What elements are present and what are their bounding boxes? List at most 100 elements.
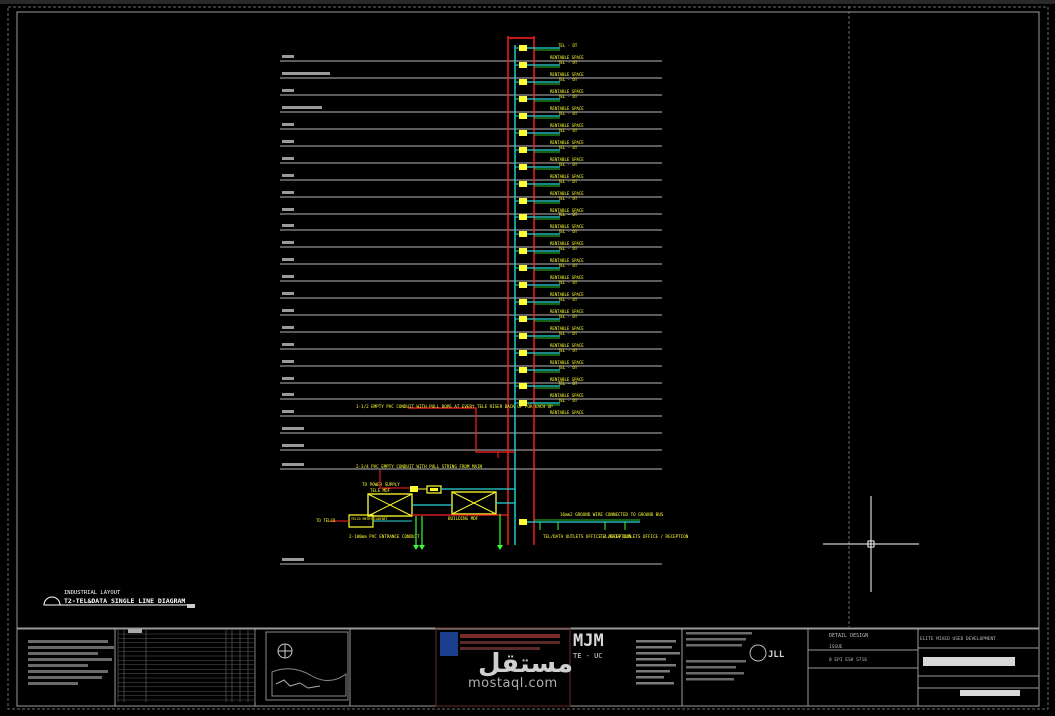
floor-tap: TEL - DTRENTABLE SPACE (515, 314, 584, 331)
tel-tag: TEL - DT (558, 297, 578, 302)
floor-level (280, 292, 662, 299)
tel-tag: TEL - DT (558, 398, 578, 403)
floor-tap: TEL - DTRENTABLE SPACE (515, 331, 584, 348)
floor-level (280, 309, 662, 316)
project-title: ELITE MIXED USED DEVELOPMENT (920, 636, 996, 642)
sheet-inner-border (16, 11, 1040, 630)
to-telco-label: TO TELCO (316, 518, 336, 523)
tel-tag: TEL - DT (558, 263, 578, 268)
floor-tap: TEL - DTRENTABLE SPACE (515, 179, 584, 196)
drawing-number: 0 EPI ESH S716 (829, 657, 867, 663)
floor-tap: TEL - DTRENTABLE SPACE (515, 43, 584, 60)
floor-level (280, 157, 662, 164)
ground-wire-note: 16mm2 GROUND WIRE CONNECTED TO GROUND BU… (560, 512, 664, 517)
floor-tap: TEL - DTRENTABLE SPACE (515, 60, 584, 77)
brand-mjm-logo: MJM (573, 631, 604, 651)
floor-level (280, 191, 662, 198)
tel-tag: TEL - DT (558, 111, 578, 116)
floor-tap: TEL - DTRENTABLE SPACE (515, 229, 584, 246)
floor-level (280, 224, 662, 231)
brand-sub: TE - UC (573, 652, 603, 660)
floor-level (280, 72, 662, 79)
power-outlet-box (410, 486, 418, 492)
consultant-logo (440, 632, 458, 656)
tel-tag: TEL - DT (558, 196, 578, 201)
floor-tap: TEL - DTRENTABLE SPACE (515, 145, 584, 162)
floor-taps: TEL - DTRENTABLE SPACETEL - DTRENTABLE S… (515, 43, 584, 415)
floor-level (280, 326, 662, 333)
tel-tag: TEL - DT (558, 229, 578, 234)
floor-level (280, 55, 662, 62)
floor-tap: TEL - DTRENTABLE SPACE (515, 162, 584, 179)
building-mdf-label: BUILDING MDF (448, 516, 479, 521)
floor-tap: TEL - DTRENTABLE SPACE (515, 365, 584, 382)
floor-tap: TEL - DTRENTABLE SPACE (515, 111, 584, 128)
drawing-title-group: INDUSTRIAL LAYOUT T2-TEL&DATA SINGLE LIN… (43, 590, 195, 608)
drawing-title-line2: T2-TEL&DATA SINGLE LINE DIAGRAM (64, 597, 185, 605)
watermark-logo: مستقل (478, 649, 573, 679)
tel-tag: TEL - DT (558, 179, 578, 184)
tel-tag: TEL - DT (558, 145, 578, 150)
tel-tag: TEL - DT (558, 60, 578, 65)
tel-tag: TEL - DT (558, 348, 578, 353)
tel-tag: TEL - DT (558, 331, 578, 336)
entrance-conduit-note: 2-3/4 PVC EMPTY CONDUIT WITH PULL STRING… (356, 464, 483, 469)
tel-tag: TEL - DT (558, 365, 578, 370)
floor-tap: TEL - DTRENTABLE SPACE (515, 246, 584, 263)
floor-tap: TEL - DTRENTABLE SPACE (515, 297, 584, 314)
floor-level (280, 123, 662, 130)
floor-tap: TEL - DTRENTABLE SPACE (515, 263, 584, 280)
entrance-note-group: 2-3/4 PVC EMPTY CONDUIT WITH PULL STRING… (356, 464, 483, 487)
key-plan (265, 631, 349, 701)
floor-tap: TEL - DTRENTABLE SPACE (515, 128, 584, 145)
floor-level (280, 258, 662, 265)
floor-level (280, 275, 662, 282)
outlet-note-2: TEL/DATA OUTLETS OFFICE / RECEPTION (600, 534, 689, 539)
rentable-space-label: RENTABLE SPACE (550, 410, 584, 415)
floor-tap: TEL - DTRENTABLE SPACE (515, 381, 584, 398)
floor-level (280, 377, 662, 384)
floor-level (280, 360, 662, 367)
floor-level (280, 89, 662, 96)
drawing-title-line1: INDUSTRIAL LAYOUT (64, 590, 121, 596)
tel-tag: TEL - DT (558, 381, 578, 386)
floor-level (280, 140, 662, 147)
window-top-strip (0, 0, 1055, 4)
cad-drawing-canvas[interactable]: TEL - DT RENTABLE SPACE TEL - DT RENTABLE S… (0, 0, 1055, 716)
brand-jll: JLL (768, 650, 785, 660)
floor-tap: TEL - DTRENTABLE SPACE (515, 94, 584, 111)
power-supply-note: TO POWER SUPPLY (362, 482, 400, 487)
pvc-conduit-note: 2-100mm PVC ENTRANCE CONDUIT (349, 534, 420, 539)
floor-level (280, 393, 662, 400)
floor-tap: TEL - DTRENTABLE SPACE (515, 77, 584, 94)
detail-design-label: DETAIL DESIGN (829, 633, 868, 639)
floor-tap: TEL - DTRENTABLE SPACE (515, 196, 584, 213)
drawing-svg: TEL - DTRENTABLE SPACETEL - DTRENTABLE S… (0, 0, 1055, 710)
floor-level (280, 410, 662, 417)
sheet-title-bar (923, 657, 1015, 666)
floor-level (280, 343, 662, 350)
floor-level (280, 174, 662, 181)
floor-tap: TEL - DTRENTABLE SPACE (515, 212, 584, 229)
floor-level (280, 208, 662, 215)
tel-tag: TEL - DT (558, 43, 578, 48)
floor-level (280, 241, 662, 248)
crosshair-cursor-icon (823, 496, 919, 592)
tel-tag: TEL - DT (558, 212, 578, 217)
floor-levels (280, 55, 662, 565)
floor-level (280, 106, 662, 113)
ground-bus-box (519, 519, 527, 525)
watermark-text: mostaql.com (468, 676, 558, 691)
floor-level (280, 558, 662, 565)
tel-tag: TEL - DT (558, 162, 578, 167)
riser-conduit-note: 1-1/2 EMPTY PVC CONDUIT WITH PULL ROPE A… (356, 404, 553, 409)
tel-tag: TEL - DT (558, 94, 578, 99)
floor-tap: TEL - DTRENTABLE SPACE (515, 348, 584, 365)
tel-tag: TEL - DT (558, 280, 578, 285)
tele-mdf-label: TELE MDF (370, 488, 391, 493)
floor-level (280, 427, 662, 434)
section-marker-icon (43, 596, 61, 606)
tel-tag: TEL - DT (558, 77, 578, 82)
tel-tag: TEL - DT (558, 246, 578, 251)
floor-level (280, 444, 662, 451)
